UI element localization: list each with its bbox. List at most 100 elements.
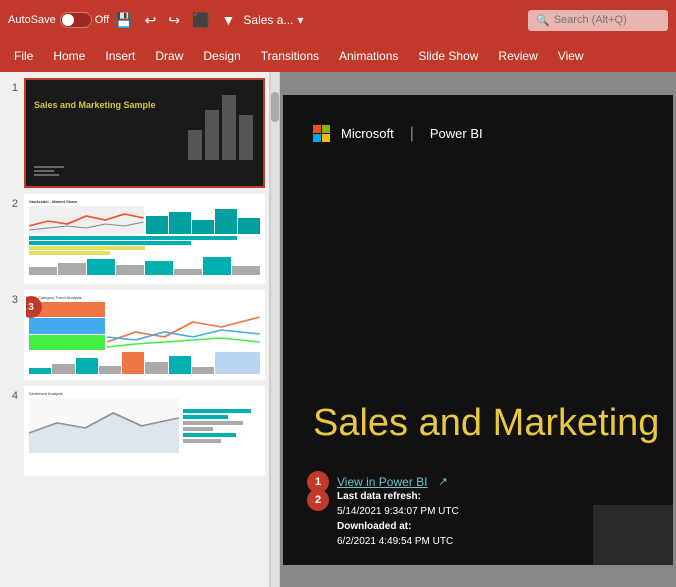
undo-icon[interactable]: ↩ <box>143 10 159 31</box>
tb-1 <box>146 216 168 234</box>
badge-circle-2: 2 <box>307 489 329 511</box>
slide-num-2: 2 <box>4 194 18 210</box>
main-area: 1 Sales and Marketing Sample <box>0 72 676 587</box>
t3-map <box>215 352 260 374</box>
microsoft-logo <box>313 125 331 143</box>
toggle-knob <box>62 14 74 26</box>
thumb-3-content: YTD Category Trend Analysis <box>26 292 263 378</box>
separator: | <box>410 125 414 143</box>
t3-b3 <box>29 335 105 350</box>
bar-2 <box>205 110 219 160</box>
titlebar-left: AutoSave Off 💾 ↩ ↪ ⬛ ▼ <box>8 10 237 31</box>
t3-bar-4 <box>99 366 121 374</box>
bb-6 <box>174 269 202 275</box>
tb-5 <box>238 218 260 234</box>
menu-view[interactable]: View <box>548 45 594 67</box>
slide-thumb-4[interactable]: Sentiment Analysis <box>24 386 265 476</box>
slide-row-1: 1 Sales and Marketing Sample <box>4 78 265 188</box>
slide-thumb-3[interactable]: 3 YTD Category Trend Analysis <box>24 290 265 380</box>
thumb-2-charts <box>29 206 260 234</box>
search-input[interactable] <box>554 14 654 26</box>
menu-design[interactable]: Design <box>193 45 250 67</box>
menu-slideshow[interactable]: Slide Show <box>408 45 488 67</box>
menu-bar: File Home Insert Draw Design Transitions… <box>0 40 676 72</box>
panel-scrollbar[interactable] <box>270 72 280 587</box>
downloaded-label: Downloaded at: <box>337 521 411 532</box>
link-arrow-icon: ↗ <box>439 475 448 488</box>
bb-4 <box>116 265 144 275</box>
t3-bar-8 <box>192 367 214 374</box>
lb-4 <box>29 251 110 255</box>
slide-main-title: Sales and Marketing <box>313 403 663 445</box>
line-3 <box>34 174 59 176</box>
t3-bar-7 <box>169 356 191 374</box>
save-icon[interactable]: 💾 <box>113 10 134 31</box>
hb-3 <box>183 421 243 425</box>
menu-animations[interactable]: Animations <box>329 45 408 67</box>
slide-thumb-1[interactable]: Sales and Marketing Sample <box>24 78 265 188</box>
last-refresh-label: Last data refresh: <box>337 491 421 502</box>
bar-1 <box>188 130 202 160</box>
thumb-4-wave <box>29 398 179 453</box>
slide-row-2: 2 VanArsdel - Market Share <box>4 194 265 284</box>
thumb-3-bars <box>29 352 260 374</box>
t3-bar-6 <box>145 362 167 374</box>
lb-2 <box>29 241 191 245</box>
downloaded-value: 6/2/2021 4:49:54 PM UTC <box>337 536 453 547</box>
menu-draw[interactable]: Draw <box>145 45 193 67</box>
slide-thumb-2[interactable]: VanArsdel - Market Share <box>24 194 265 284</box>
t3-bar-5 <box>122 352 144 374</box>
autosave-toggle[interactable]: Off <box>60 12 109 28</box>
thumb-2-bars <box>146 206 261 234</box>
thumb-3-main <box>29 302 260 350</box>
t4-svg <box>29 398 179 453</box>
t3-b2 <box>29 318 105 333</box>
menu-insert[interactable]: Insert <box>95 45 145 67</box>
title-dropdown-icon[interactable]: ▾ <box>297 13 303 27</box>
more-icon[interactable]: ▼ <box>220 10 238 30</box>
titlebar-icons: 💾 ↩ ↪ ⬛ ▼ <box>113 10 237 31</box>
thumb-3-title: YTD Category Trend Analysis <box>29 295 260 300</box>
thumb-2-bar-chart <box>146 206 261 234</box>
thumb-2-content: VanArsdel - Market Share <box>26 196 263 282</box>
slide-num-4: 4 <box>4 386 18 402</box>
main-slide-inner: Microsoft | Power BI Sales and Marketing… <box>283 95 673 565</box>
thumb-2-header: VanArsdel - Market Share <box>29 199 260 204</box>
file-title: Sales a... <box>243 13 293 27</box>
slide-panel[interactable]: 1 Sales and Marketing Sample <box>0 72 270 587</box>
toggle-track[interactable] <box>60 12 92 28</box>
title-bar: AutoSave Off 💾 ↩ ↪ ⬛ ▼ Sales a... ▾ 🔍 <box>0 0 676 40</box>
slide-info-text: Last data refresh: 5/14/2021 9:34:07 PM … <box>337 489 459 549</box>
hb-1 <box>183 409 251 413</box>
thumb-1-content: Sales and Marketing Sample <box>26 80 263 186</box>
toggle-state: Off <box>95 14 109 26</box>
lb-3 <box>29 246 145 250</box>
ms-sq-3 <box>313 134 321 142</box>
search-box[interactable]: 🔍 <box>528 10 668 31</box>
redo-icon[interactable]: ↪ <box>166 10 182 31</box>
ms-sq-4 <box>322 134 330 142</box>
hb-2 <box>183 415 228 419</box>
slide-badge-2: 2 Last data refresh: 5/14/2021 9:34:07 P… <box>307 489 459 549</box>
thumb-2-long-bars <box>29 236 260 255</box>
bb-1 <box>29 267 57 275</box>
menu-file[interactable]: File <box>4 45 43 67</box>
menu-home[interactable]: Home <box>43 45 95 67</box>
thumb-1-title: Sales and Marketing Sample <box>34 100 156 112</box>
menu-transitions[interactable]: Transitions <box>251 45 329 67</box>
line-2 <box>34 170 54 172</box>
thumb-4-content: Sentiment Analysis <box>26 388 263 474</box>
line-svg <box>29 206 144 234</box>
slide-num-3: 3 <box>4 290 18 306</box>
tb-2 <box>169 212 191 234</box>
menu-review[interactable]: Review <box>488 45 547 67</box>
search-icon: 🔍 <box>536 14 550 27</box>
bb-2 <box>58 263 86 275</box>
present-icon[interactable]: ⬛ <box>190 10 211 31</box>
bb-7 <box>203 257 231 275</box>
view-powerbi-link[interactable]: View in Power BI <box>337 475 428 489</box>
pbi-text: Power BI <box>430 126 483 141</box>
scrollbar-thumb[interactable] <box>271 92 279 122</box>
lb-1 <box>29 236 237 240</box>
bar-3 <box>222 95 236 160</box>
